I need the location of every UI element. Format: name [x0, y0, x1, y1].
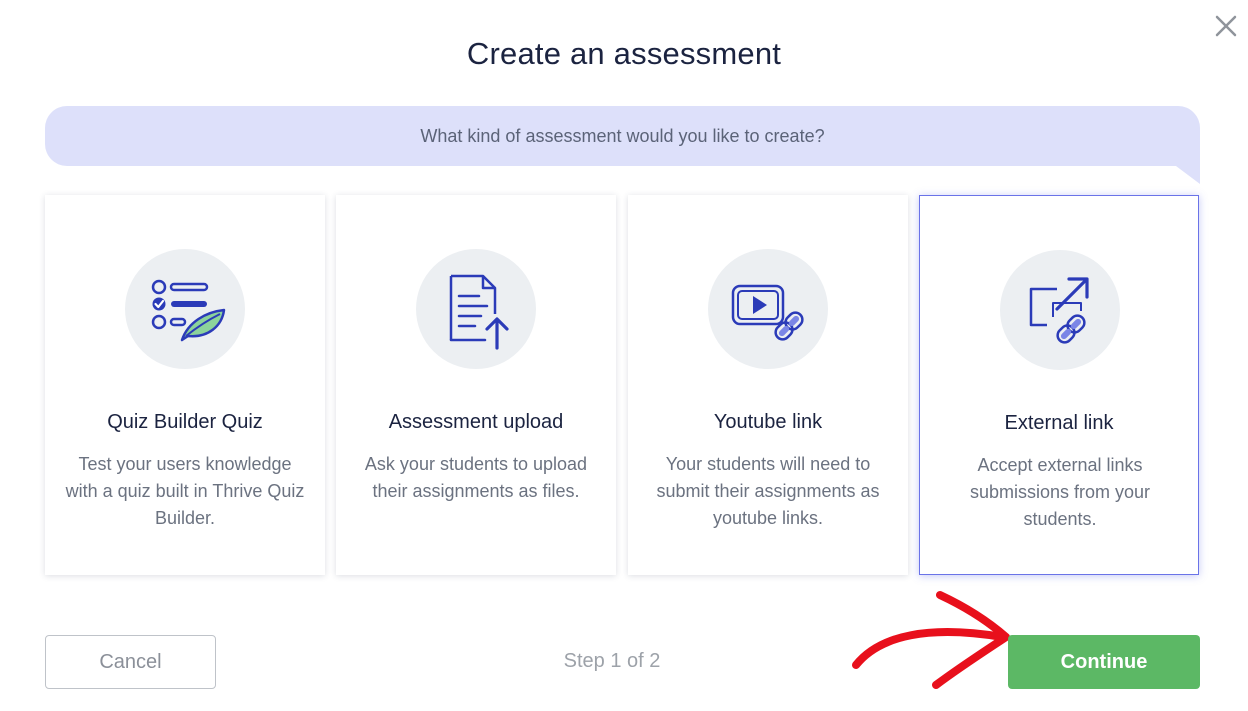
option-card-youtube-link[interactable]: Youtube link Your students will need to … — [628, 195, 908, 575]
option-card-external-link[interactable]: External link Accept external links subm… — [919, 195, 1199, 575]
cancel-button[interactable]: Cancel — [45, 635, 216, 689]
option-title: Youtube link — [713, 411, 823, 433]
option-description: Ask your students to upload their assign… — [364, 454, 588, 501]
option-title: Quiz Builder Quiz — [107, 411, 263, 433]
video-link-icon — [708, 249, 828, 369]
option-card-quiz-builder[interactable]: Quiz Builder Quiz Test your users knowle… — [45, 195, 325, 575]
option-title: Assessment upload — [388, 411, 564, 433]
step-indicator: Step 1 of 2 — [563, 650, 661, 672]
option-title: External link — [1004, 412, 1114, 434]
continue-button[interactable]: Continue — [1008, 635, 1200, 689]
option-card-assessment-upload[interactable]: Assessment upload Ask your students to u… — [336, 195, 616, 575]
create-assessment-dialog: Create an assessment What kind of assess… — [0, 0, 1248, 711]
option-description: Your students will need to submit their … — [656, 454, 880, 528]
arrow-annotation-icon — [840, 585, 1020, 695]
file-upload-icon — [416, 249, 536, 369]
dialog-title: Create an assessment — [466, 36, 782, 71]
option-description: Test your users knowledge with a quiz bu… — [65, 454, 305, 528]
quiz-list-leaf-icon — [125, 249, 245, 369]
prompt-text: What kind of assessment would you like t… — [420, 125, 825, 146]
prompt-bubble: What kind of assessment would you like t… — [45, 106, 1200, 166]
bubble-tail — [1168, 160, 1200, 184]
external-link-icon — [1000, 250, 1120, 370]
option-description: Accept external links submissions from y… — [969, 455, 1151, 529]
